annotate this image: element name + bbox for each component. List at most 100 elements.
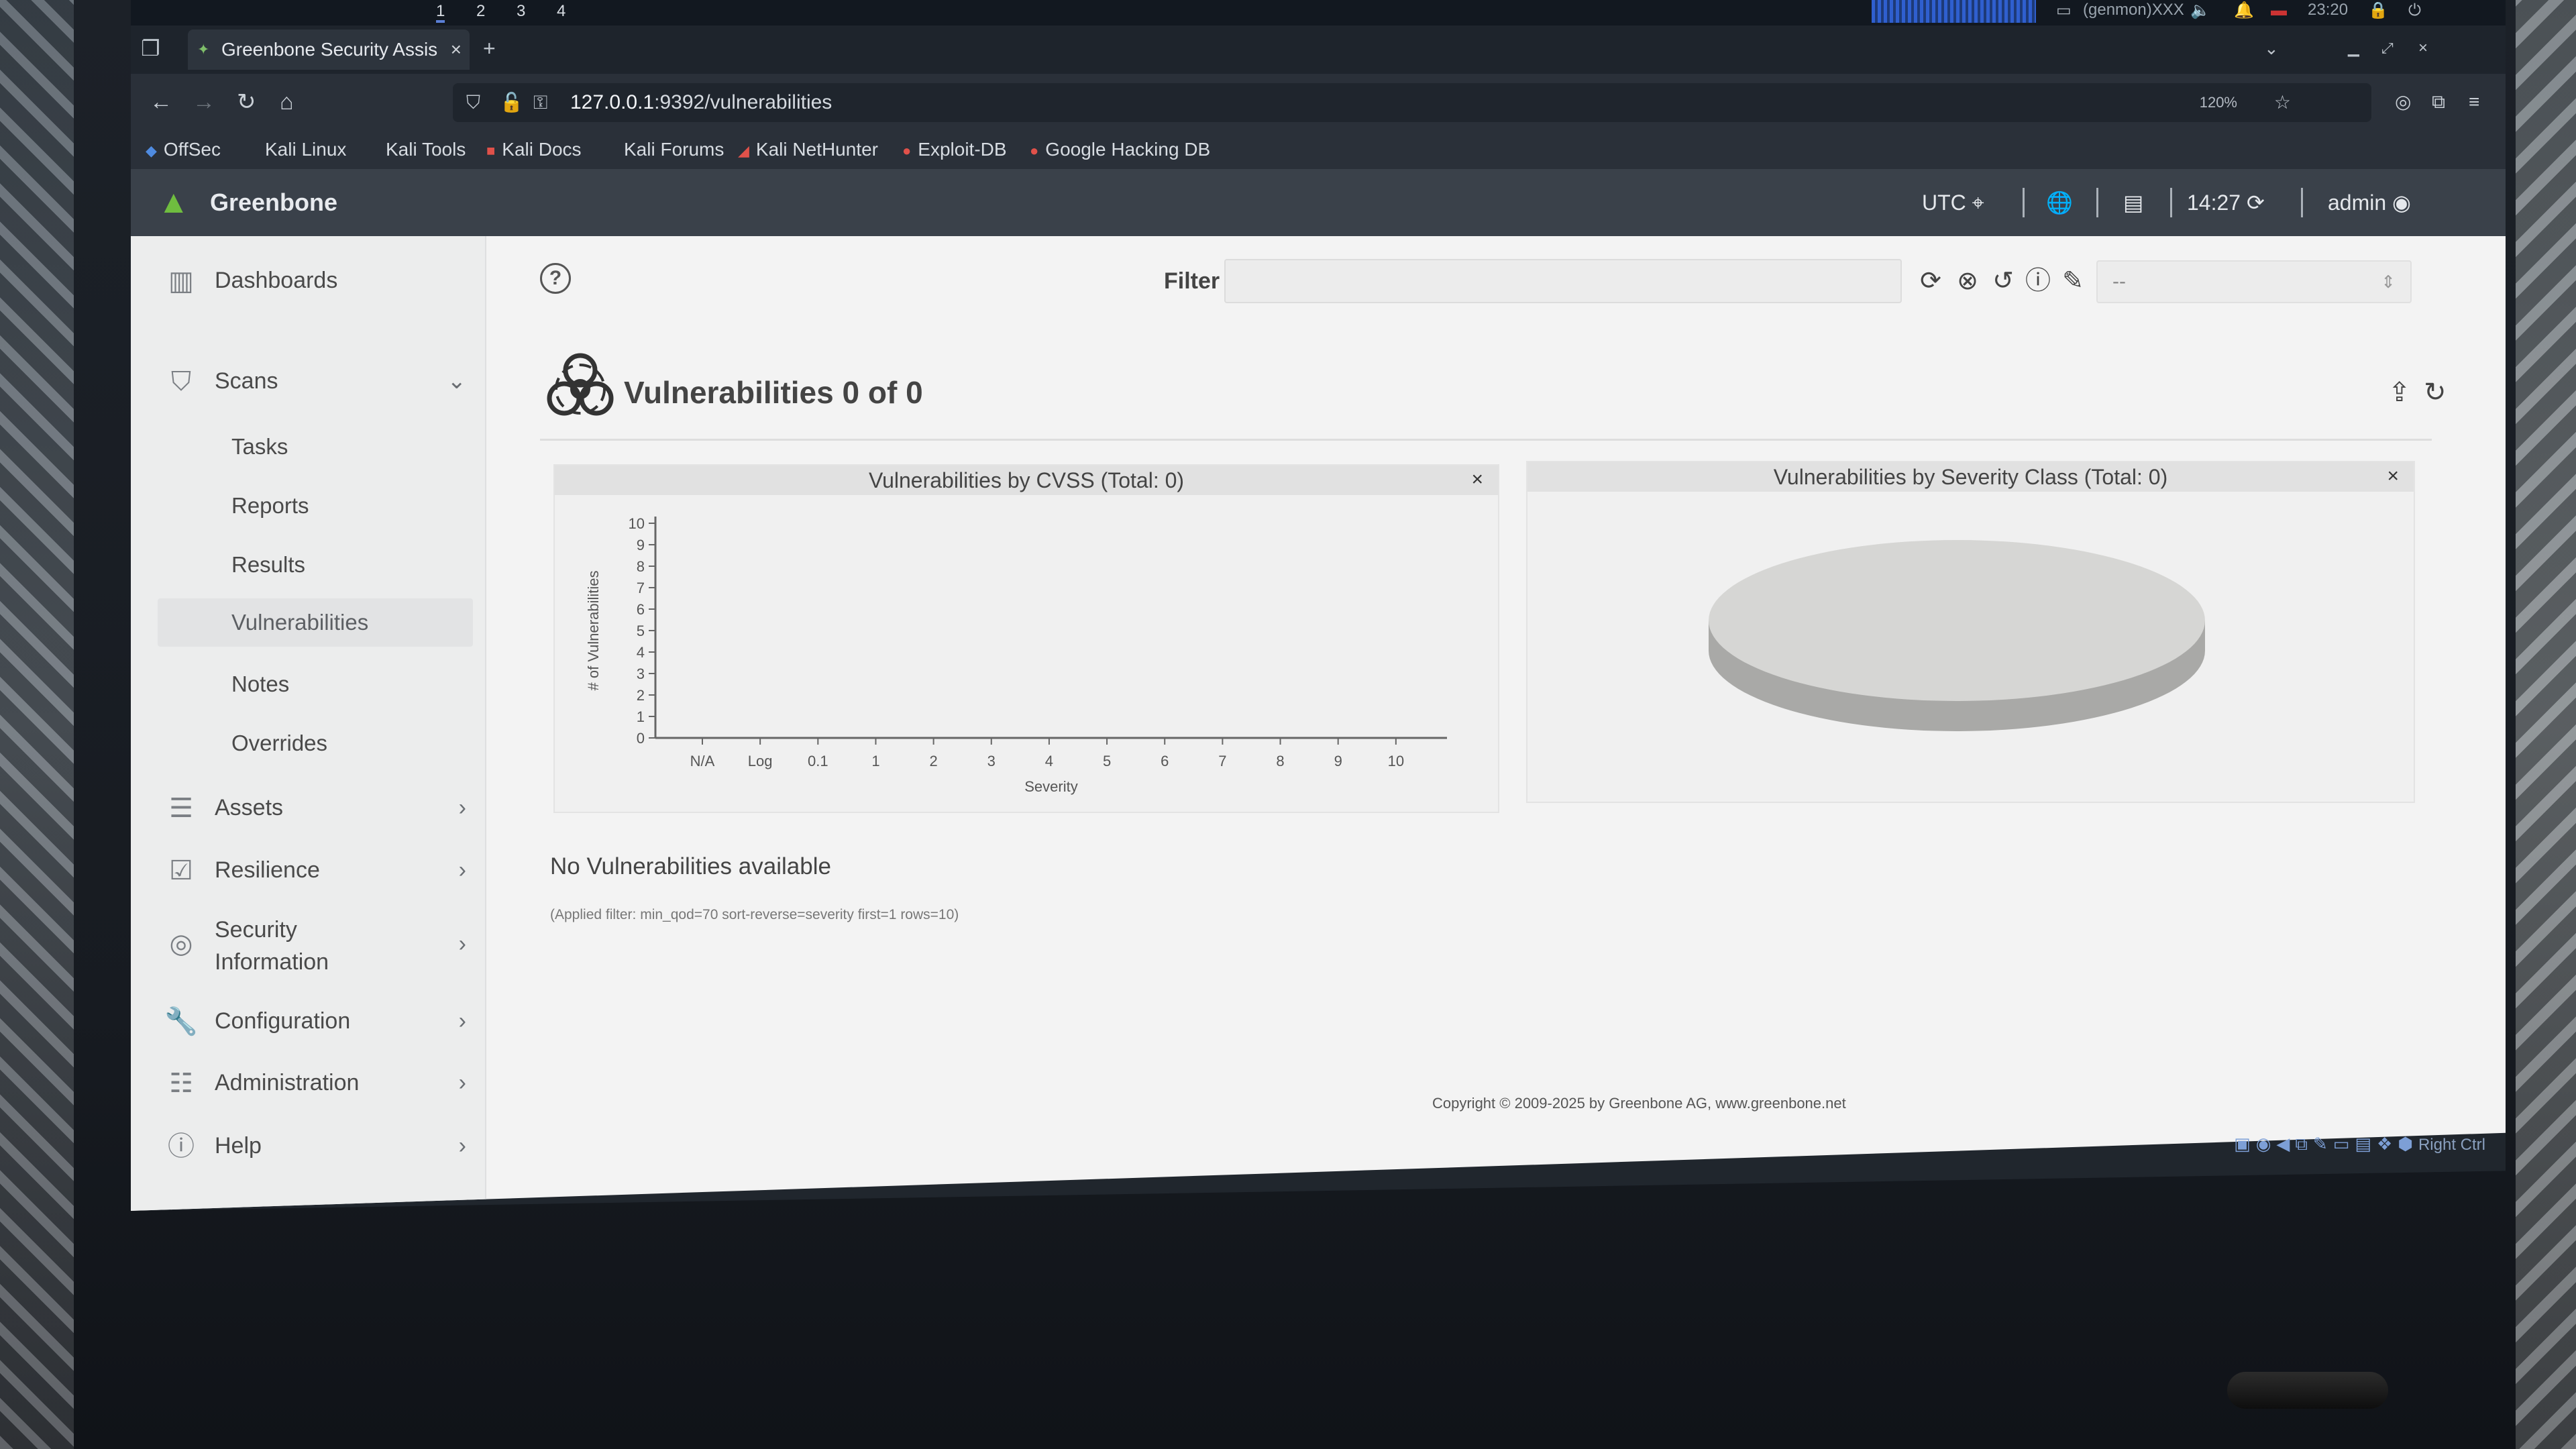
sliders-icon: ☷ [169, 1069, 193, 1098]
sidebar-item-reports[interactable]: Reports [158, 482, 473, 530]
home-icon[interactable]: ⌂ [280, 87, 294, 117]
tab-overview-icon[interactable]: ❐ [141, 34, 160, 63]
y-tick-label: 0 [637, 730, 645, 747]
shield-icon[interactable]: ⛉ [466, 89, 480, 117]
sidebar-item-tasks[interactable]: Tasks [158, 423, 473, 471]
nethunter-icon: ◢ [738, 142, 749, 159]
zoom-level[interactable]: 120% [2200, 90, 2237, 115]
sidebar-item-results[interactable]: Results [158, 541, 473, 589]
sidebar-item-scans[interactable]: ⛉ Scans ⌄ [158, 354, 473, 408]
os-clock: 23:20 [2308, 1, 2349, 19]
kali-docs-icon: ■ [486, 142, 496, 159]
edit-filter-pencil-icon[interactable]: ✎ [2057, 266, 2088, 297]
sidebar-item-assets[interactable]: ☰ Assets › [158, 781, 473, 835]
x-tick-label: Log [748, 753, 773, 769]
remove-filter-icon[interactable]: ⊗ [1952, 266, 1983, 297]
sidebar-item-dashboards[interactable]: ▥ Dashboards [158, 254, 473, 307]
bookmarks-bar: ◆ OffSec Kali Linux Kali Tools ■ Kali Docs… [131, 131, 2506, 169]
app-header: ▲ Greenbone UTC ⌖ 🌐 ▤ 14:27 ⟳ admin ◉ [131, 169, 2506, 236]
bookmark-kali-nethunter[interactable]: ◢ Kali NetHunter [738, 136, 878, 165]
close-chart-icon[interactable]: × [2387, 462, 2399, 490]
bookmark-kali-linux[interactable]: Kali Linux [265, 136, 346, 164]
bookmark-exploit-db[interactable]: ● Exploit-DB [902, 136, 1007, 165]
sidebar-item-security-information[interactable]: ◎ Security Information › [158, 907, 473, 981]
filter-select[interactable]: -- ⇕ [2096, 260, 2412, 303]
menu-icon[interactable]: ≡ [2469, 87, 2479, 117]
filter-input[interactable] [1224, 259, 1902, 303]
header-divider [2170, 188, 2172, 217]
back-icon[interactable]: ← [150, 87, 172, 117]
reload-list-icon[interactable]: ↻ [2424, 377, 2447, 408]
close-chart-icon[interactable]: × [1471, 466, 1483, 494]
export-icon[interactable]: ⇪ [2388, 377, 2411, 408]
severity-chart-header[interactable]: Vulnerabilities by Severity Class (Total… [1527, 462, 2414, 492]
bookmark-kali-tools[interactable]: Kali Tools [386, 136, 466, 164]
x-tick-label: 7 [1218, 753, 1226, 769]
bookmark-offsec[interactable]: ◆ OffSec [146, 136, 221, 165]
workspace-1[interactable]: 1 [436, 0, 445, 23]
cvss-chart-header[interactable]: Vulnerabilities by CVSS (Total: 0) × [555, 466, 1498, 495]
help-circle-icon: ⓘ [168, 1132, 195, 1161]
greenbone-logo-icon[interactable]: ▲ [158, 184, 195, 221]
reload-icon[interactable]: ↻ [237, 87, 256, 117]
bookmark-kali-docs[interactable]: ■ Kali Docs [486, 136, 582, 165]
reset-filter-icon[interactable]: ↺ [1988, 266, 2019, 297]
copyright-footer: Copyright © 2009-2025 by Greenbone AG, w… [1432, 1095, 1846, 1112]
new-tab-icon[interactable]: + [483, 34, 496, 63]
page-title: Vulnerabilities 0 of 0 [624, 375, 923, 410]
workspace-2[interactable]: 2 [476, 0, 485, 23]
sidebar-item-vulnerabilities[interactable]: Vulnerabilities [158, 598, 473, 647]
extensions-icon[interactable]: ⧉ [2432, 87, 2445, 117]
user-menu[interactable]: admin ◉ [2328, 186, 2411, 219]
sidebar-item-resilience[interactable]: ☑ Resilience › [158, 843, 473, 897]
eye-scan-icon: ◎ [169, 929, 193, 959]
workspace-3[interactable]: 3 [517, 0, 525, 23]
x-tick-label: 10 [1388, 753, 1404, 769]
window-maximize-icon[interactable]: ⤢ [2381, 34, 2394, 63]
chevron-right-icon: › [458, 931, 466, 957]
user-icon: ◉ [2392, 191, 2411, 215]
sidebar-item-overrides[interactable]: Overrides [158, 719, 473, 767]
sidebar-item-configuration[interactable]: 🔧 Configuration › [158, 994, 473, 1048]
y-tick-label: 3 [637, 665, 645, 682]
refresh-session-icon[interactable]: ⟳ [2247, 191, 2265, 215]
url-bar[interactable]: ⛉ 🔓 ⚿ 127.0.0.1:9392/vulnerabilities 120… [453, 83, 2371, 122]
x-tick-label: 3 [987, 753, 996, 769]
sidebar-item-notes[interactable]: Notes [158, 660, 473, 708]
server-stack-icon: ☰ [169, 794, 193, 823]
window-minimize-icon[interactable]: ▁ [2348, 34, 2359, 63]
sidebar-item-administration[interactable]: ☷ Administration › [158, 1056, 473, 1110]
vm-usb-icon: ✎ [2313, 1134, 2328, 1154]
forward-icon[interactable]: → [193, 87, 215, 117]
account-icon[interactable]: ◎ [2395, 87, 2411, 117]
vm-mouse-icon: ⬢ [2398, 1134, 2413, 1154]
language-globe-icon[interactable]: 🌐 [2046, 186, 2073, 219]
notification-icon[interactable]: 🔔 [2234, 1, 2254, 20]
empty-state-message: No Vulnerabilities available [550, 853, 831, 879]
filter-help-icon[interactable]: ⓘ [2023, 266, 2053, 297]
tab-close-icon[interactable]: × [451, 30, 462, 70]
timezone-label[interactable]: UTC ⌖ [1922, 186, 1984, 219]
power-icon[interactable]: ⏻ [2408, 1, 2421, 20]
url-text: 127.0.0.1:9392/vulnerabilities [570, 91, 833, 113]
cvss-chart-panel: Vulnerabilities by CVSS (Total: 0) × 0 1 2… [553, 464, 1499, 813]
title-divider [540, 439, 2432, 441]
bookmark-google-hacking-db[interactable]: ● Google Hacking DB [1030, 136, 1210, 165]
y-tick-label: 7 [637, 580, 645, 596]
tab-list-chevron-icon[interactable]: ⌄ [2264, 34, 2279, 63]
permissions-key-icon[interactable]: ⚿ [533, 89, 547, 117]
browser-tab[interactable]: ✦ Greenbone Security Assis × [188, 30, 470, 70]
chevron-right-icon: › [458, 1070, 466, 1095]
page-help-icon[interactable]: ? [540, 263, 571, 294]
bookmark-star-icon[interactable]: ☆ [2274, 89, 2291, 117]
workspace-4[interactable]: 4 [557, 0, 566, 23]
update-filter-icon[interactable]: ⟳ [1915, 266, 1946, 297]
manual-icon[interactable]: ▤ [2123, 186, 2143, 219]
sidebar-item-help[interactable]: ⓘ Help › [158, 1119, 473, 1173]
app-brand[interactable]: Greenbone [210, 186, 337, 219]
bookmark-kali-forums[interactable]: Kali Forums [624, 136, 724, 164]
window-close-icon[interactable]: × [2418, 34, 2428, 63]
volume-icon[interactable]: 🔈 [2190, 1, 2210, 20]
lock-icon[interactable]: 🔒 [2368, 1, 2388, 20]
site-lock-icon[interactable]: 🔓 [500, 89, 523, 117]
